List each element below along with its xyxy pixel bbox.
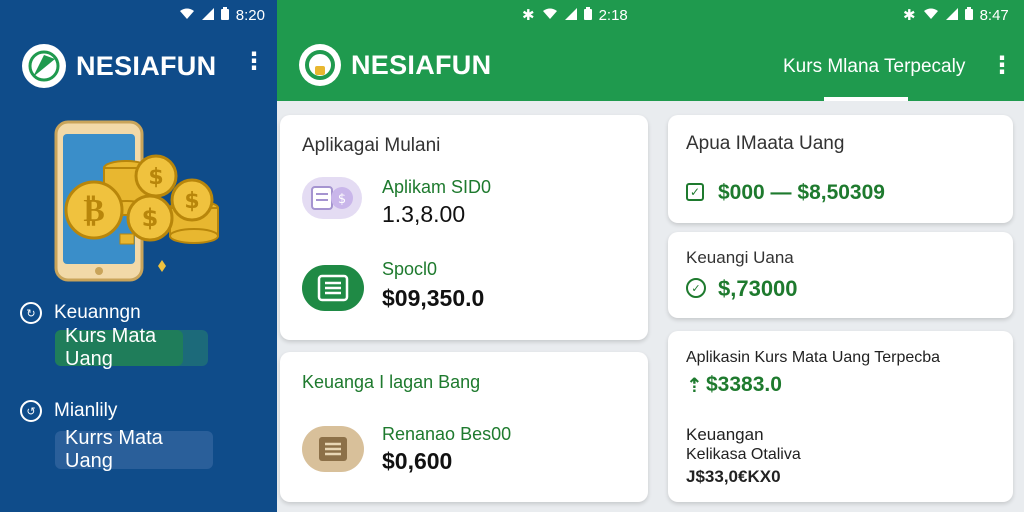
item-label: Spocl0: [382, 259, 438, 279]
svg-text:$: $: [338, 192, 346, 207]
wifi-icon: [923, 7, 939, 24]
app-bar: ✱ 2:18 ✱ 8:47 NESIAFUN Kurs Mlana Terpec…: [277, 0, 1024, 101]
app-brand[interactable]: NESIAFUN: [22, 44, 216, 88]
item-label: Renanao Bes00: [382, 424, 512, 444]
signal-icon: [564, 7, 577, 24]
detail-line: Kelikasa Otaliva: [686, 446, 801, 463]
status-time: 8:20: [235, 6, 265, 24]
signal-icon: [945, 7, 958, 24]
brand-name: NESIAFUN: [76, 50, 217, 81]
card-savings[interactable]: Keuanga I lagan Bang Renanao Bes00 $0,60…: [280, 352, 648, 502]
receipt-icon: [302, 426, 364, 472]
document-list-icon: [302, 265, 364, 311]
check-circle-icon: ✓: [686, 278, 706, 298]
appbar-tab-title[interactable]: Kurs Mlana Terpecaly: [783, 56, 965, 78]
rate-value: $3383.0: [706, 373, 782, 396]
tab-indicator: [824, 97, 908, 101]
bluetooth-icon: ✱: [522, 7, 535, 24]
wifi-icon: [542, 7, 558, 24]
card-apps[interactable]: Aplikagai Mulani $ Aplikam SID0 1.3,8.00…: [280, 115, 648, 340]
rate-value: $000 — $8,50309: [718, 181, 885, 204]
battery-icon: [964, 6, 973, 24]
app-logo-icon: [22, 44, 66, 88]
bluetooth-icon: ✱: [903, 7, 916, 24]
signal-icon: [201, 7, 214, 23]
svg-text:₿: ₿: [83, 191, 104, 229]
wifi-icon: [179, 8, 195, 23]
finance-icon: ↻: [20, 302, 42, 324]
finance-value: $,73000: [718, 276, 798, 301]
card-title: Aplikasin Kurs Mata Uang Terpecba: [686, 349, 941, 366]
detail-line: Keuangan: [686, 425, 764, 444]
nav-item-label: Mianlily: [54, 400, 118, 421]
battery-icon: [583, 6, 592, 24]
pill-label: Kurs Mata Uang: [65, 325, 157, 370]
nav-pill-exchange-rate[interactable]: Kurs Mata Uang: [55, 325, 208, 370]
item-value: $0,600: [382, 448, 453, 474]
more-options-icon[interactable]: ⋮: [242, 50, 266, 74]
battery-icon: [220, 7, 229, 23]
nav-pill-exchange-rate-2[interactable]: Kurrs Mata Uang: [55, 427, 213, 472]
brand-name: NESIAFUN: [351, 49, 492, 80]
card-exchange-app[interactable]: Aplikasin Kurs Mata Uang Terpecba ⇡ $338…: [668, 331, 1013, 502]
card-title: Keuanga I lagan Bang: [302, 372, 481, 392]
right-panel: ✱ 2:18 ✱ 8:47 NESIAFUN Kurs Mlana Terpec…: [277, 0, 1024, 512]
refresh-icon: ↺: [20, 400, 42, 422]
app-logo-icon: [299, 44, 341, 86]
app-brand[interactable]: NESIAFUN: [299, 44, 491, 86]
item-label: Aplikam SID0: [382, 177, 492, 197]
item-value: 1.3,8.00: [382, 201, 466, 227]
status-time: 8:47: [979, 6, 1009, 24]
nav-item-family[interactable]: ↺ Mianlily: [20, 400, 117, 422]
status-time: 2:18: [598, 6, 628, 24]
card-currency-range[interactable]: Apua IMaata Uang ✓ $000 — $8,50309: [668, 115, 1013, 223]
status-bar-2: ✱ 8:47: [903, 0, 1009, 30]
up-arrow-icon: ⇡: [686, 375, 703, 397]
phone-coins-illustration: ₿ $ $ $: [54, 118, 224, 283]
status-bar-1: ✱ 2:18: [522, 0, 628, 30]
card-title: Aplikagai Mulani: [302, 135, 441, 156]
card-title: Keuangi Uana: [686, 248, 794, 267]
nav-item-label: Keuanngn: [54, 302, 141, 323]
svg-text:$: $: [184, 189, 199, 214]
more-options-icon[interactable]: ⋮: [990, 54, 1014, 78]
item-value: $09,350.0: [382, 285, 485, 311]
nav-item-finance[interactable]: ↻ Keuanngn: [20, 302, 141, 324]
status-bar: 8:20: [0, 0, 277, 30]
detail-value: J$33,0€KX0: [686, 467, 781, 486]
check-icon: ✓: [686, 183, 704, 201]
svg-text:$: $: [148, 165, 163, 190]
card-title: Apua IMaata Uang: [686, 133, 845, 154]
wallet-icon: $: [302, 177, 362, 219]
pill-label: Kurrs Mata Uang: [65, 427, 163, 472]
svg-text:$: $: [142, 204, 159, 232]
left-panel: 8:20 NESIAFUN ⋮ ₿ $ $ $ ↻ Keuanngn Kurs …: [0, 0, 277, 512]
card-finance[interactable]: Keuangi Uana ✓ $,73000: [668, 232, 1013, 318]
